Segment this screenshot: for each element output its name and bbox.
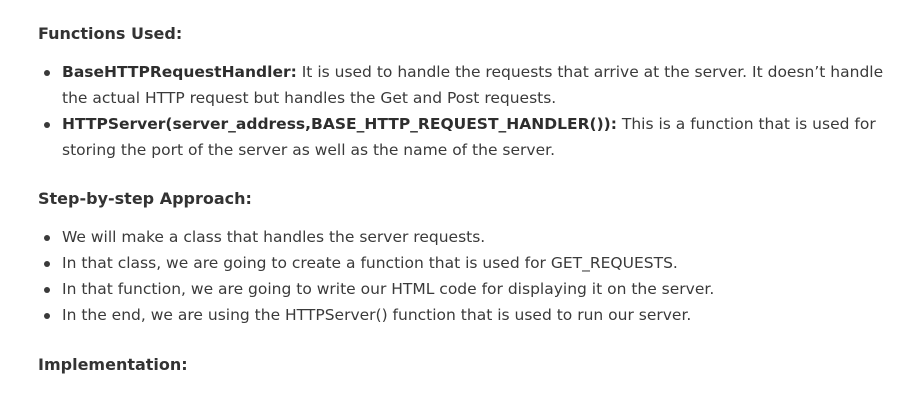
step-list-item: In that function, we are going to write … [38,276,898,302]
article-content: Functions Used: BaseHTTPRequestHandler: … [38,22,898,377]
function-list-item: HTTPServer(server_address,BASE_HTTP_REQU… [38,111,898,163]
function-term: BaseHTTPRequestHandler: [62,63,297,81]
function-list-item: BaseHTTPRequestHandler: It is used to ha… [38,59,898,111]
functions-list: BaseHTTPRequestHandler: It is used to ha… [38,59,898,163]
steps-list: We will make a class that handles the se… [38,224,898,328]
step-list-item: In that class, we are going to create a … [38,250,898,276]
function-term: HTTPServer(server_address,BASE_HTTP_REQU… [62,115,617,133]
step-by-step-heading: Step-by-step Approach: [38,189,252,208]
implementation-heading: Implementation: [38,355,188,374]
functions-used-heading: Functions Used: [38,24,183,43]
step-list-item: We will make a class that handles the se… [38,224,898,250]
step-list-item: In the end, we are using the HTTPServer(… [38,302,898,328]
